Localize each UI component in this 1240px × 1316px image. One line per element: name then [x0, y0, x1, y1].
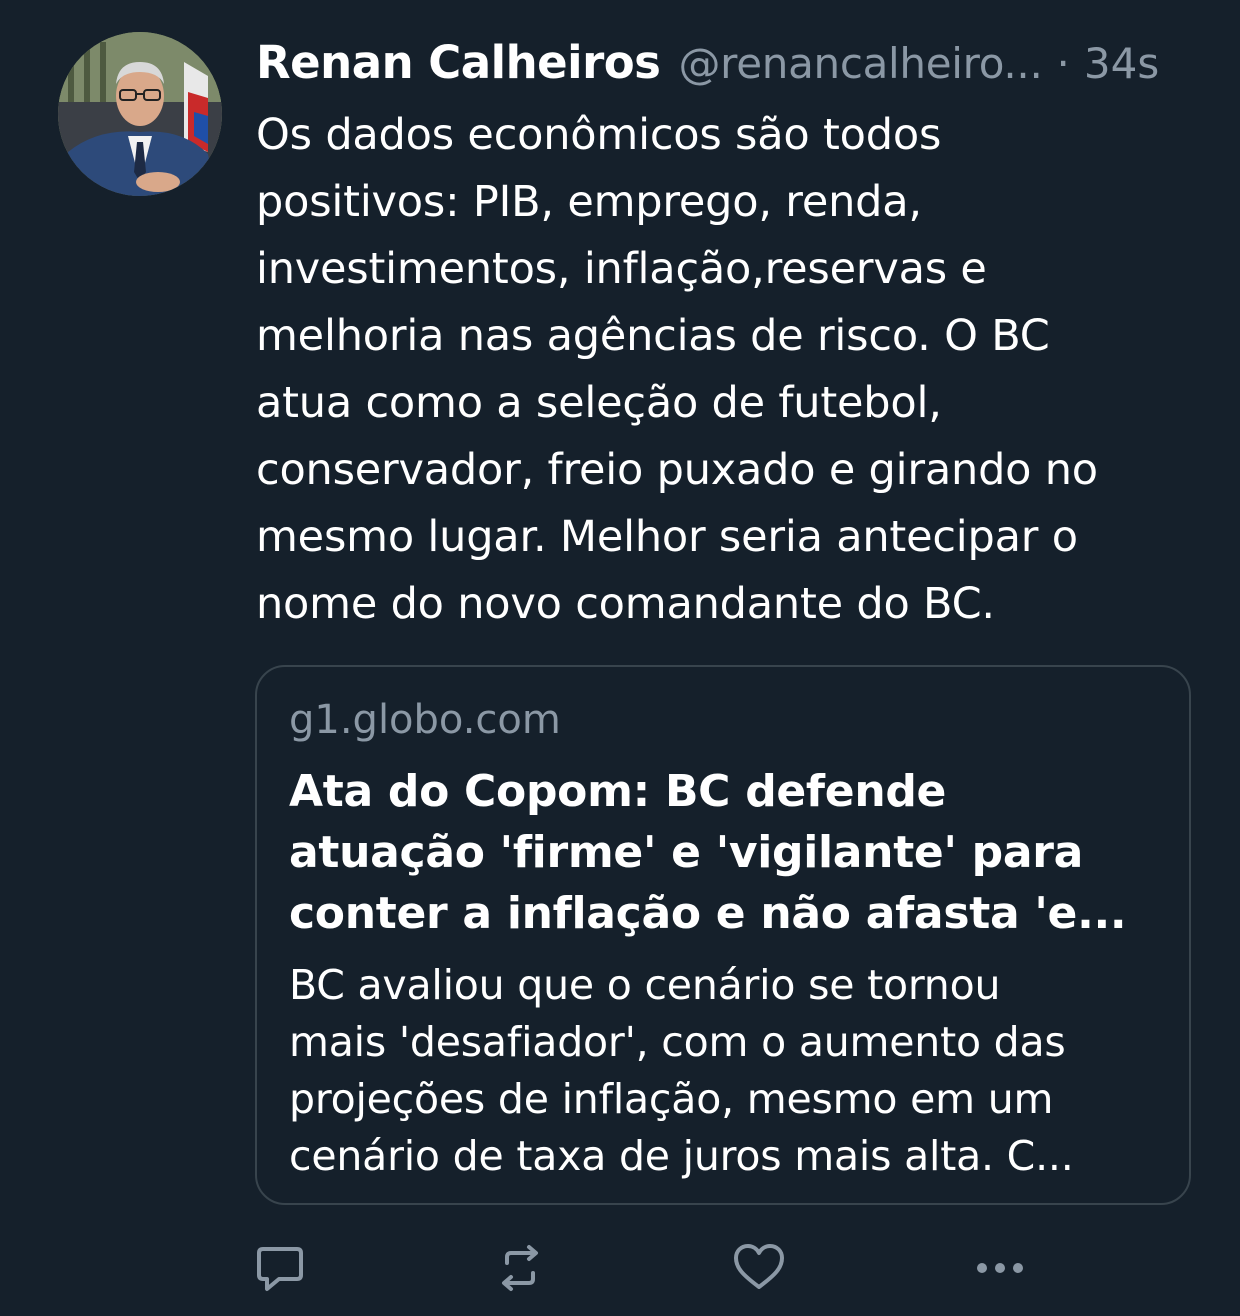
card-description-line: BC avaliou que o cenário se tornou [289, 961, 1001, 1009]
tweet[interactable]: Renan Calheiros @renancalheiro... · 34s … [0, 0, 1240, 1316]
tweet-text-line: melhoria nas agências de risco. O BC [256, 311, 1050, 361]
card-title-line: Ata do Copom: BC defende [289, 766, 947, 817]
card-title-line: atuação 'firme' e 'vigilante' para [289, 827, 1084, 878]
tweet-text: Os dados econômicos são todos positivos:… [256, 102, 1206, 638]
tweet-actions [0, 1236, 1240, 1300]
avatar[interactable] [58, 32, 222, 196]
separator-dot: · [1056, 39, 1070, 88]
tweet-text-line: Os dados econômicos são todos [256, 110, 942, 160]
more-button[interactable] [968, 1236, 1032, 1300]
reply-button[interactable] [248, 1236, 312, 1300]
card-description-line: projeções de inflação, mesmo em um [289, 1075, 1054, 1123]
reply-icon [257, 1247, 303, 1291]
tweet-text-line: atua como a seleção de futebol, [256, 378, 942, 428]
avatar-photo [58, 32, 222, 196]
link-preview-card[interactable]: g1.globo.com Ata do Copom: BC defende at… [255, 665, 1191, 1205]
retweet-icon [502, 1245, 538, 1291]
tweet-timestamp[interactable]: 34s [1084, 39, 1159, 88]
tweet-text-line: nome do novo comandante do BC. [256, 579, 995, 629]
retweet-button[interactable] [488, 1236, 552, 1300]
more-icon [977, 1263, 1023, 1273]
card-description-line: mais 'desafiador', com o aumento das [289, 1018, 1066, 1066]
like-icon [734, 1244, 784, 1289]
card-title-line: conter a inflação e não afasta 'e... [289, 888, 1127, 939]
tweet-text-line: mesmo lugar. Melhor seria antecipar o [256, 512, 1078, 562]
card-title: Ata do Copom: BC defende atuação 'firme'… [289, 761, 1169, 944]
tweet-text-line: positivos: PIB, emprego, renda, [256, 177, 922, 227]
tweet-text-line: investimentos, inflação,reservas e [256, 244, 987, 294]
author-handle[interactable]: @renancalheiro... [678, 39, 1042, 88]
tweet-text-line: conservador, freio puxado e girando no [256, 445, 1098, 495]
card-description-line: cenário de taxa de juros mais alta. C... [289, 1132, 1074, 1180]
like-button[interactable] [727, 1236, 791, 1300]
author-name[interactable]: Renan Calheiros [256, 36, 661, 89]
card-domain: g1.globo.com [289, 697, 561, 743]
card-description: BC avaliou que o cenário se tornou mais … [289, 957, 1169, 1185]
tweet-header: Renan Calheiros @renancalheiro... · 34s [256, 36, 1196, 96]
